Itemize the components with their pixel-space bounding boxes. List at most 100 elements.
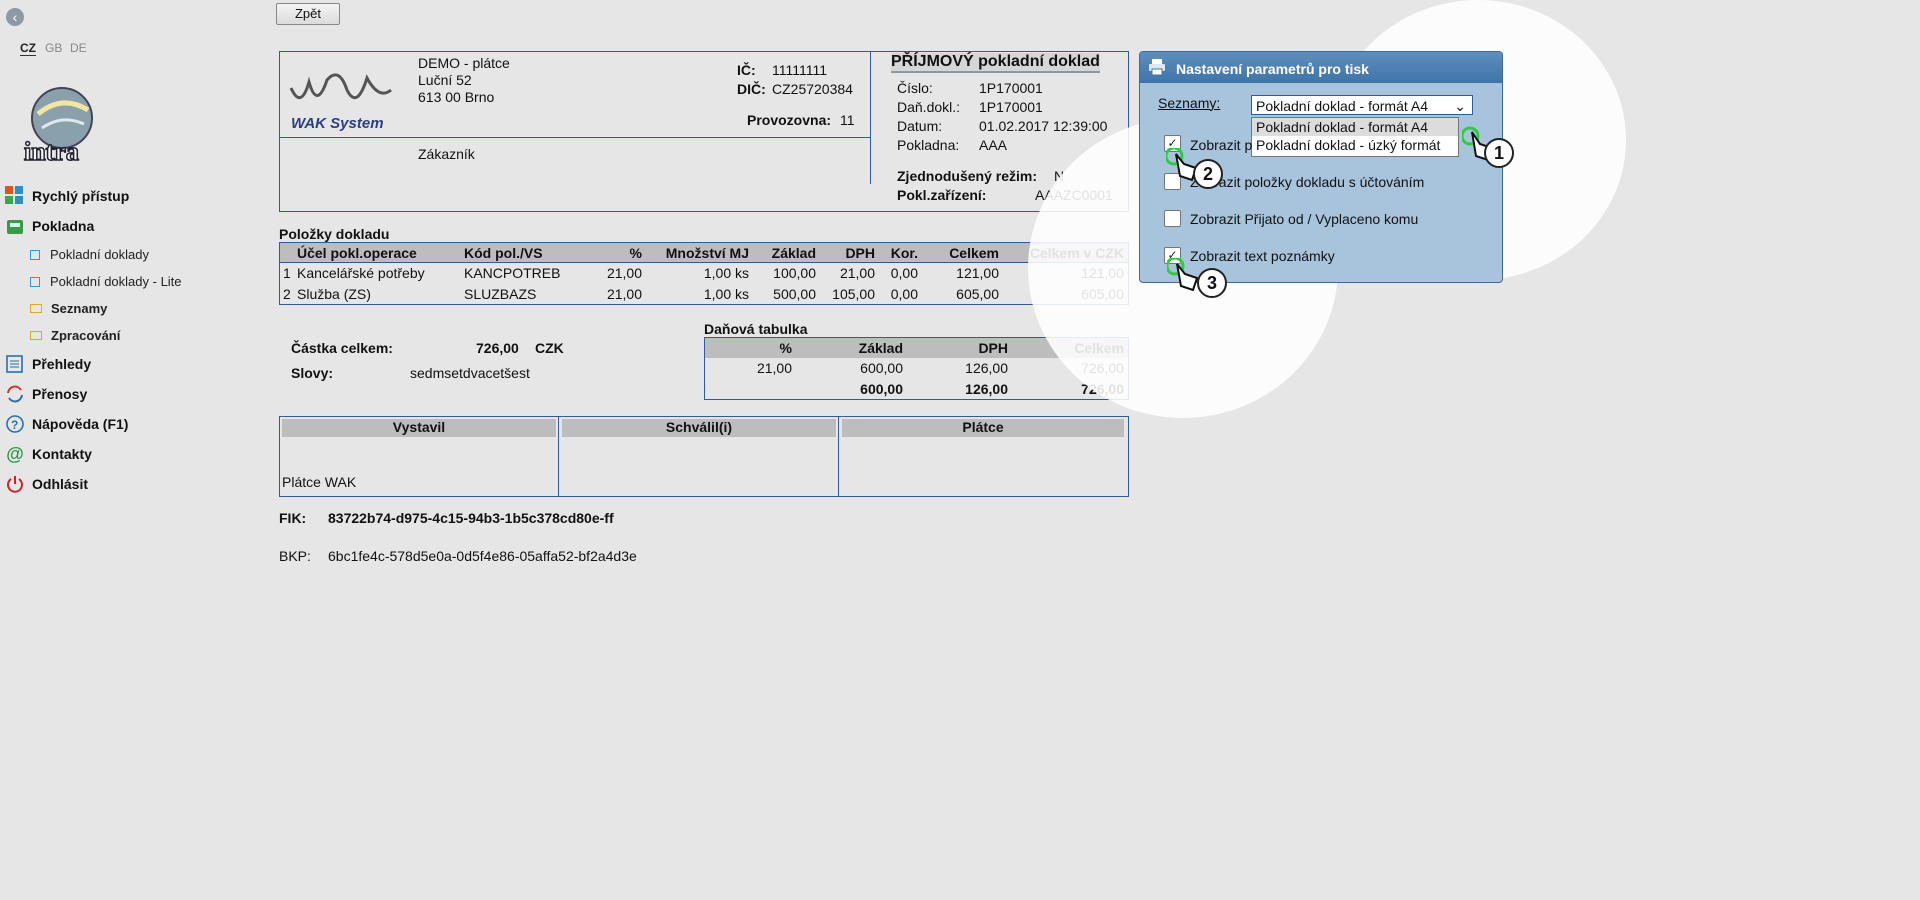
col-kor: Kor.	[890, 244, 918, 261]
cell-base: 500,00	[773, 285, 816, 302]
cell-vat: 126,00	[965, 380, 1008, 397]
table-row-sum: 600,00 126,00 726,00	[705, 379, 1129, 400]
panel-title: Nastavení parametrů pro tisk	[1176, 61, 1369, 77]
folder-icon	[30, 304, 42, 313]
cell-purpose: Služba (ZS)	[297, 285, 371, 302]
simplified-label: Zjednodušený režim:	[897, 168, 1038, 184]
back-arrow-icon[interactable]: ‹	[6, 8, 24, 26]
branch-label: Provozovna:	[747, 112, 832, 128]
menu-label: Rychlý přístup	[32, 188, 130, 204]
cell-qty: 1,00 ks	[703, 285, 749, 302]
col-base: Základ	[858, 339, 903, 356]
bkp-value: 6bc1fe4c-578d5e0a-0d5f4e86-05affa52-bf2a…	[328, 548, 637, 564]
at-icon: @	[6, 443, 24, 464]
divider	[838, 416, 839, 496]
power-icon	[4, 475, 26, 493]
lang-gb[interactable]: GB	[45, 41, 62, 55]
amount-label: Částka celkem:	[291, 340, 393, 356]
submenu-processing[interactable]: Zpracování	[30, 328, 120, 343]
cell-total: 605,00	[956, 285, 999, 302]
svg-text:intra: intra	[24, 137, 79, 164]
back-button[interactable]: Zpět	[276, 3, 340, 25]
submenu-cash-documents-lite[interactable]: Pokladní doklady - Lite	[30, 274, 182, 289]
sync-icon	[4, 385, 26, 403]
checkbox-label: Zobrazit text poznámky	[1190, 248, 1335, 264]
cell-pct: 21,00	[606, 285, 642, 302]
cell-base: 600,00	[860, 360, 903, 376]
ic-value: 11111111	[772, 62, 828, 78]
company-name: DEMO - plátce	[418, 55, 510, 71]
cell-qty: 1,00 ks	[703, 265, 749, 282]
submenu-label: Seznamy	[51, 301, 108, 316]
panel-header: Nastavení parametrů pro tisk	[1140, 52, 1502, 83]
col-purpose: Účel pokl.operace	[297, 244, 417, 261]
menu-label: Přehledy	[32, 356, 92, 372]
fik-value: 83722b74-d975-4c15-94b3-1b5c378cd80e-ff	[328, 510, 614, 526]
checkbox-label: Zobrazit Přijato od / Vyplaceno komu	[1190, 211, 1419, 227]
submenu-label: Zpracování	[51, 328, 121, 343]
submenu-lists[interactable]: Seznamy	[30, 301, 107, 316]
sign-header-approved: Schválil(i)	[562, 419, 836, 437]
checkbox-show-received-from[interactable]	[1164, 210, 1181, 227]
customer-label: Zákazník	[418, 146, 475, 162]
printer-icon	[1148, 58, 1166, 79]
format-select[interactable]: Pokladní doklad - formát A4 ⌄	[1251, 95, 1473, 115]
lang-de[interactable]: DE	[70, 41, 87, 55]
lists-label: Seznamy:	[1158, 95, 1221, 111]
meta-value: 01.02.2017 12:39:00	[979, 118, 1108, 134]
bkp-label: BKP:	[279, 548, 311, 564]
company-street: Luční 52	[418, 72, 472, 88]
cell-vat: 105,00	[832, 285, 875, 302]
menu-quick-access[interactable]: Rychlý přístup	[4, 186, 130, 205]
cell-vat: 21,00	[839, 265, 875, 282]
words-value: sedmsetdvacetšest	[410, 365, 530, 381]
submenu-cash-documents[interactable]: Pokladní doklady	[30, 247, 149, 262]
dropdown-option[interactable]: Pokladní doklad - formát A4	[1252, 118, 1458, 136]
amount-value: 726,00	[476, 340, 519, 356]
cell-n: 1	[283, 265, 291, 282]
sign-header-payer: Plátce	[842, 419, 1124, 437]
document-title: PŘÍJMOVÝ pokladní doklad	[891, 53, 1100, 73]
menu-label: Kontakty	[32, 446, 92, 462]
square-icon	[30, 276, 40, 287]
fik-label: FIK:	[279, 510, 307, 526]
callout-3: 3	[1197, 268, 1227, 298]
select-value: Pokladní doklad - formát A4	[1256, 98, 1428, 114]
menu-overviews[interactable]: Přehledy	[4, 355, 91, 373]
tax-title: Daňová tabulka	[704, 321, 808, 337]
wak-system-logo: WAK System	[287, 60, 405, 132]
lang-cz[interactable]: CZ	[20, 41, 36, 56]
chevron-down-icon: ⌄	[1454, 98, 1466, 114]
menu-contacts[interactable]: @ Kontakty	[4, 443, 92, 464]
help-icon: ?	[4, 415, 26, 433]
cell-n: 2	[283, 285, 291, 302]
col-pct: %	[629, 244, 642, 261]
dic-value: CZ25720384	[772, 81, 853, 97]
divider	[558, 416, 559, 496]
cell-code: KANCPOTREB	[464, 265, 561, 282]
menu-cash[interactable]: Pokladna	[4, 217, 94, 235]
format-dropdown-list: Pokladní doklad - formát A4 Pokladní dok…	[1251, 117, 1459, 157]
cell-purpose: Kancelářské potřeby	[297, 265, 425, 282]
menu-logout[interactable]: Odhlásit	[4, 475, 88, 493]
dropdown-option[interactable]: Pokladní doklad - úzký formát	[1252, 136, 1458, 154]
menu-label: Odhlásit	[32, 476, 89, 492]
menu-transfers[interactable]: Přenosy	[4, 385, 87, 403]
col-qty: Množství MJ	[665, 244, 749, 261]
square-icon	[30, 249, 40, 260]
divider	[870, 51, 871, 184]
meta-label: Číslo:	[897, 80, 933, 96]
ic-label: IČ:	[737, 62, 756, 78]
currency: CZK	[535, 340, 564, 356]
dic-label: DIČ:	[737, 81, 766, 97]
submenu-label: Pokladní doklady	[50, 247, 150, 262]
divider	[279, 137, 870, 138]
menu-help[interactable]: ? Nápověda (F1)	[4, 415, 128, 433]
submenu-label: Pokladní doklady - Lite	[50, 274, 182, 289]
meta-label: Daň.dokl.:	[897, 99, 961, 115]
device-label: Pokl.zařízení:	[897, 187, 987, 203]
col-vat: DPH	[845, 244, 875, 261]
cell-vat: 126,00	[965, 360, 1008, 376]
items-title: Položky dokladu	[279, 226, 390, 242]
callout-1: 1	[1484, 138, 1514, 168]
